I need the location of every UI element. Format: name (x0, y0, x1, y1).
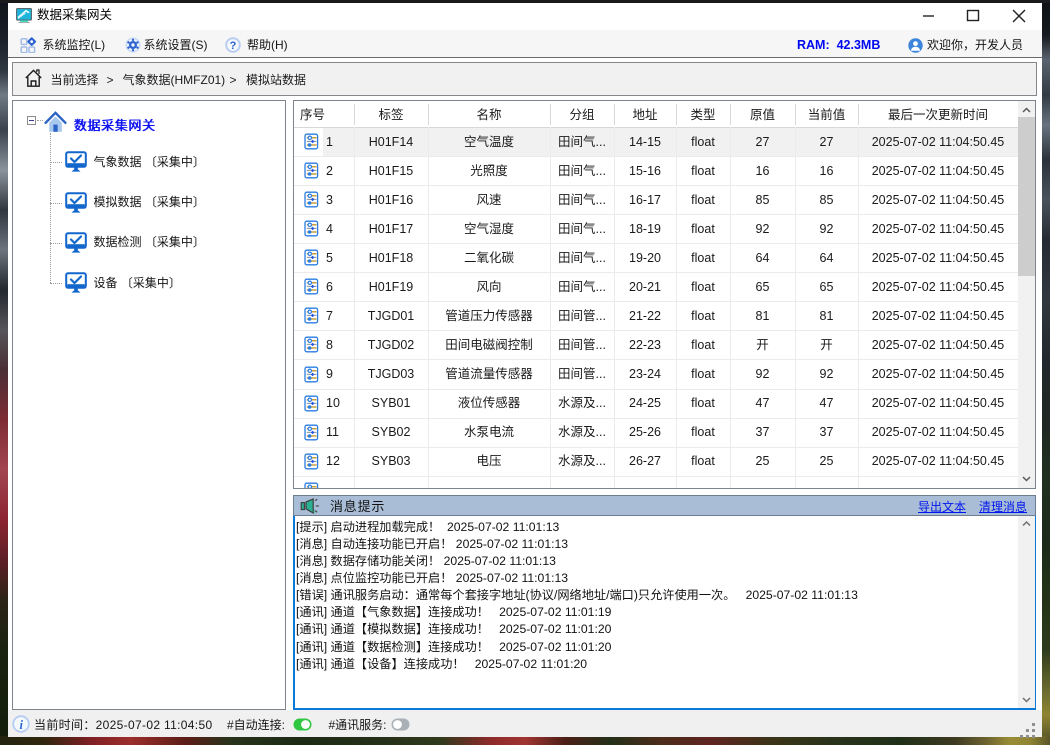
svg-text:i: i (19, 718, 23, 732)
svg-text:?: ? (230, 40, 237, 52)
